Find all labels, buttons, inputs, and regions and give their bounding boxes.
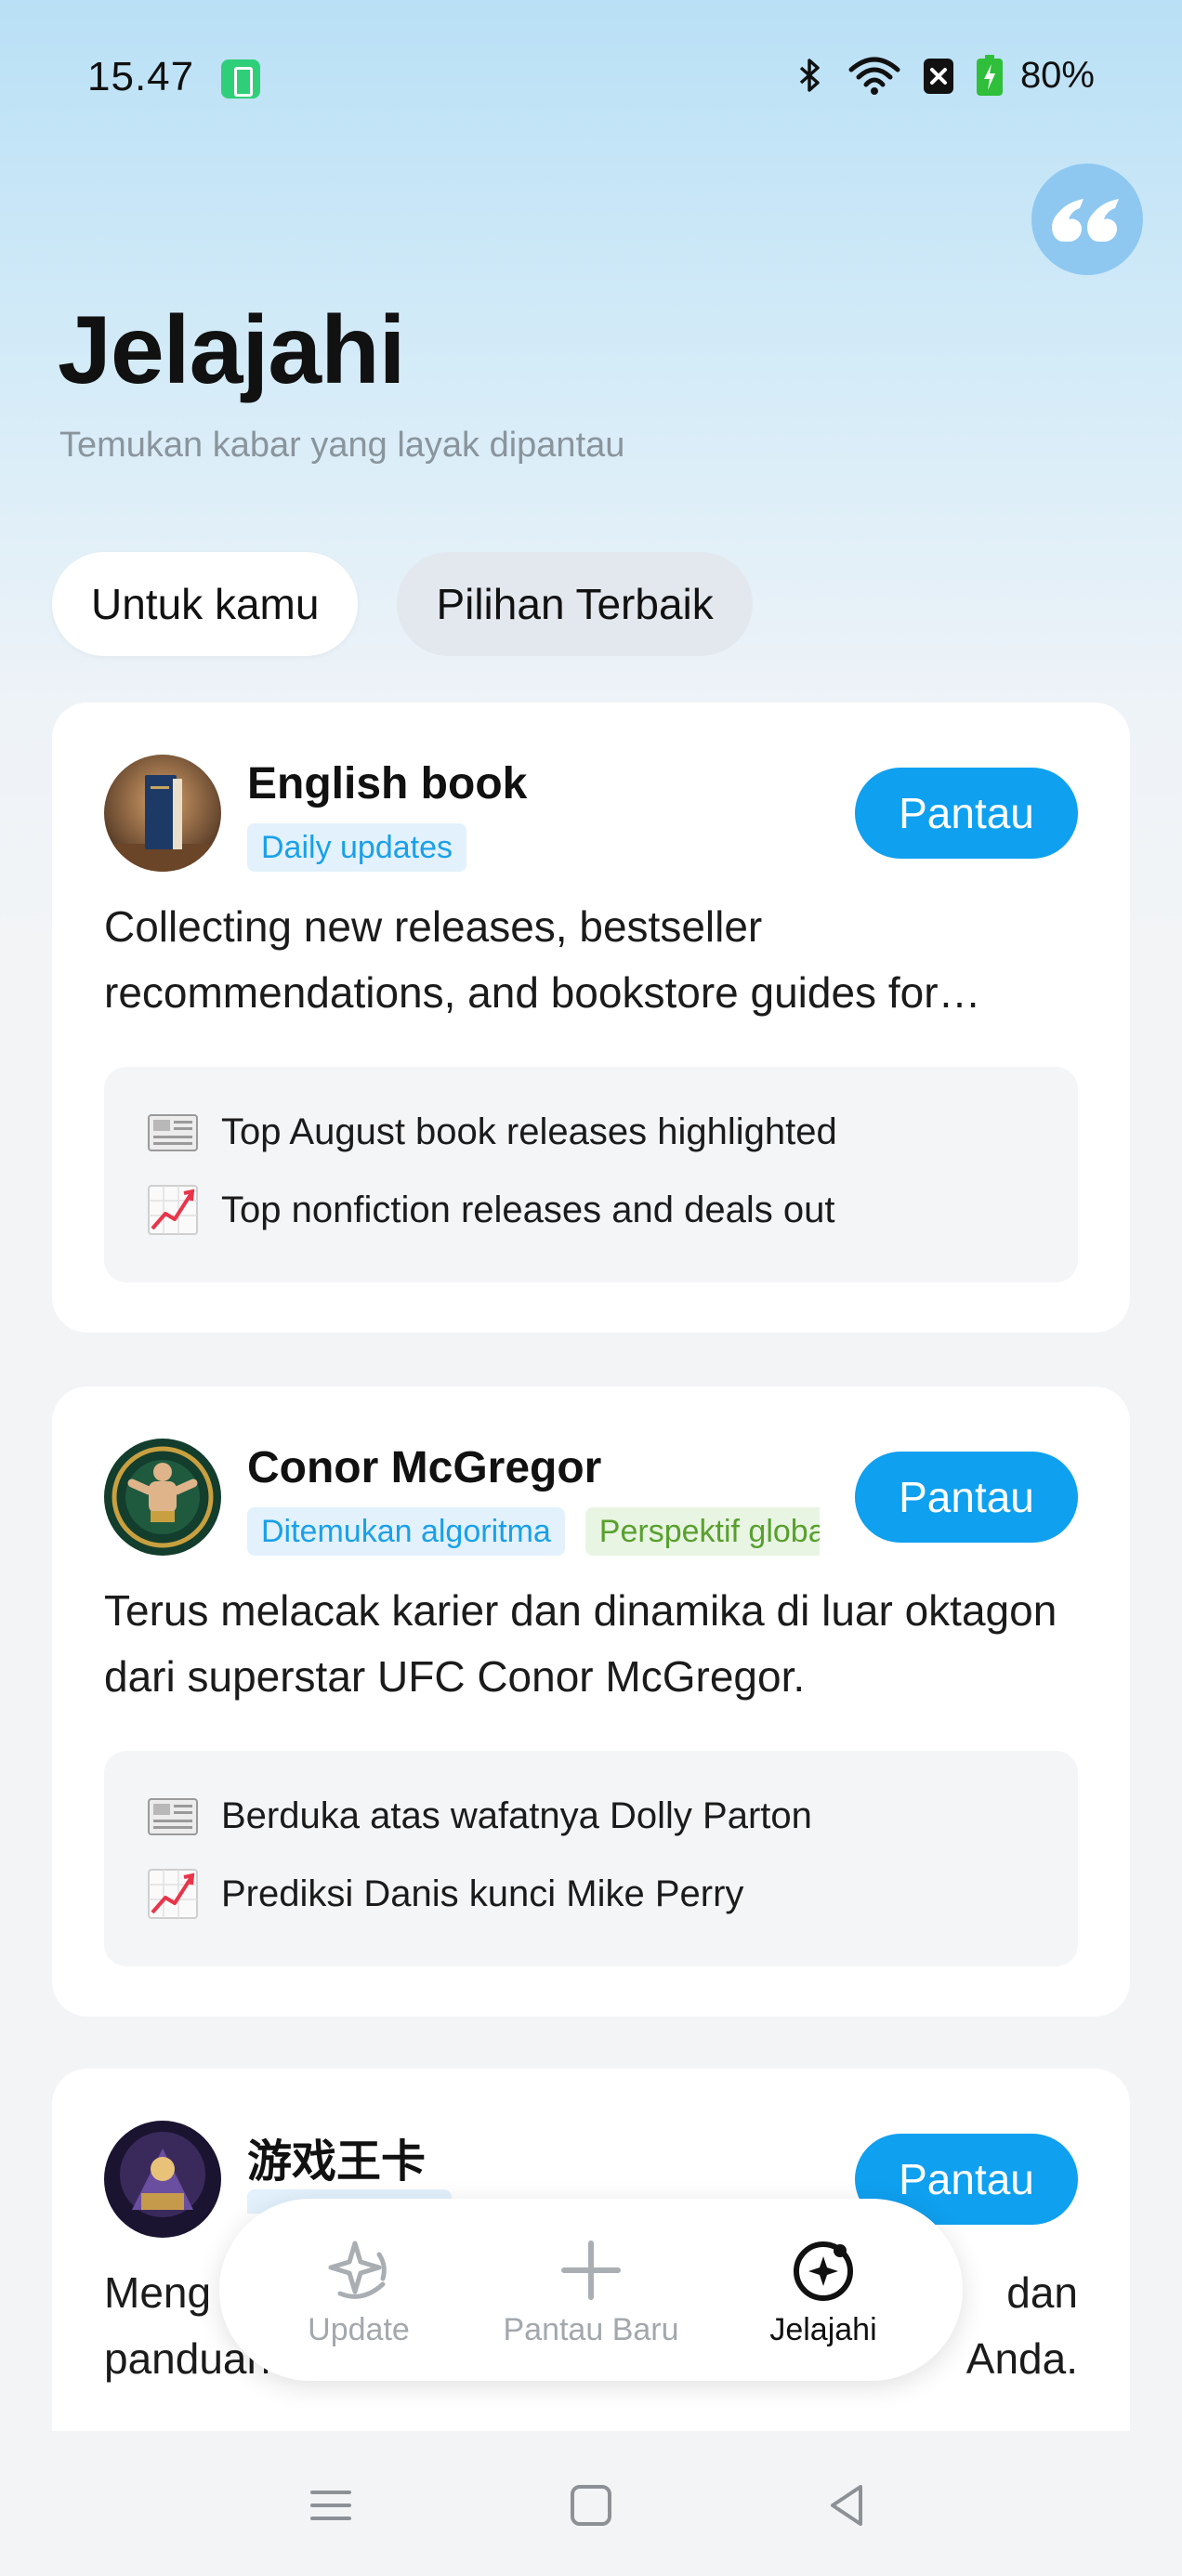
topic-card[interactable]: Conor McGregor Ditemukan algoritma Persp… xyxy=(52,1387,1130,2017)
topic-description: Terus melacak karier dan dinamika di lua… xyxy=(104,1586,1057,1701)
news-item[interactable]: Top nonfiction releases and deals out xyxy=(145,1182,834,1238)
status-bar: 15.47 80% xyxy=(0,0,1182,158)
book-avatar-image xyxy=(104,755,221,872)
follow-button[interactable]: Pantau xyxy=(855,1452,1078,1543)
news-list: Berduka atas wafatnya Dolly Parton Predi… xyxy=(104,1751,1078,1966)
news-text: Berduka atas wafatnya Dolly Parton xyxy=(221,1794,812,1836)
page-subtitle: Temukan kabar yang layak dipantau xyxy=(59,426,625,465)
topic-name: English book xyxy=(247,759,528,808)
avatar xyxy=(104,1439,221,1556)
nav-jelajahi[interactable]: Jelajahi xyxy=(712,2238,935,2359)
battery-percentage: 80% xyxy=(1019,54,1095,96)
newspaper-icon xyxy=(148,1798,198,1835)
news-item[interactable]: Top August book releases highlighted xyxy=(145,1104,837,1160)
recent-apps-icon[interactable] xyxy=(303,2477,359,2533)
nav-label: Pantau Baru xyxy=(503,2312,679,2347)
bottom-navigation: Update Pantau Baru Jelajahi xyxy=(219,2199,963,2381)
avatar xyxy=(104,2121,221,2238)
nav-label: Jelajahi xyxy=(769,2312,877,2347)
fighter-avatar-image xyxy=(104,1439,221,1556)
explore-icon xyxy=(794,2241,853,2301)
battery-icon xyxy=(976,55,1003,96)
chart-increasing-icon xyxy=(148,1185,198,1235)
chart-increasing-icon xyxy=(148,1869,198,1919)
avatar xyxy=(104,755,221,872)
home-icon[interactable] xyxy=(563,2477,619,2533)
tab-pilihan-terbaik[interactable]: Pilihan Terbaik xyxy=(397,552,753,656)
topic-description: Collecting new releases, bestseller reco… xyxy=(104,902,981,1017)
status-icons: 80% xyxy=(790,52,1095,99)
card-game-avatar-image xyxy=(104,2121,221,2238)
topic-description-right: dan Anda. xyxy=(965,2268,1078,2383)
nav-label: Update xyxy=(308,2312,410,2347)
status-time: 15.47 xyxy=(87,54,195,99)
nav-update[interactable]: Update xyxy=(247,2238,470,2359)
topic-name: 游戏王卡 xyxy=(247,2137,427,2187)
tag-badge: Perspektif global xyxy=(584,1507,820,1556)
news-text: Prediksi Danis kunci Mike Perry xyxy=(221,1873,744,1914)
page-title: Jelajahi xyxy=(58,296,406,404)
quote-icon xyxy=(1052,199,1119,242)
news-list: Top August book releases highlighted Top… xyxy=(104,1067,1078,1282)
battery-saver-icon xyxy=(221,59,260,99)
quote-button[interactable] xyxy=(1031,164,1143,275)
tab-bar: Untuk kamu Pilihan Terbaik xyxy=(52,552,753,656)
news-item[interactable]: Prediksi Danis kunci Mike Perry xyxy=(145,1866,743,1922)
topic-card[interactable]: English book Daily updates Pantau Collec… xyxy=(52,703,1130,1333)
nav-pantau-baru[interactable]: Pantau Baru xyxy=(479,2238,703,2359)
tag-list: Daily updates xyxy=(247,823,820,872)
no-sim-icon xyxy=(923,59,953,94)
back-icon[interactable] xyxy=(820,2477,875,2533)
news-text: Top August book releases highlighted xyxy=(221,1111,837,1152)
tag-badge: Daily updates xyxy=(247,823,467,872)
tab-untuk-kamu[interactable]: Untuk kamu xyxy=(52,552,359,656)
follow-button[interactable]: Pantau xyxy=(855,768,1078,859)
tag-badge: Ditemukan algoritma xyxy=(247,1507,565,1556)
plus-icon xyxy=(561,2241,621,2300)
system-navigation-bar xyxy=(0,2431,1182,2576)
wifi-icon xyxy=(848,57,900,95)
sparkle-update-icon xyxy=(328,2241,387,2299)
tag-list: Ditemukan algoritma Perspektif global xyxy=(247,1507,820,1556)
news-text: Top nonfiction releases and deals out xyxy=(221,1189,835,1230)
news-item[interactable]: Berduka atas wafatnya Dolly Parton xyxy=(145,1788,812,1844)
bluetooth-icon xyxy=(799,59,820,92)
topic-name: Conor McGregor xyxy=(247,1443,602,1492)
newspaper-icon xyxy=(148,1114,198,1151)
